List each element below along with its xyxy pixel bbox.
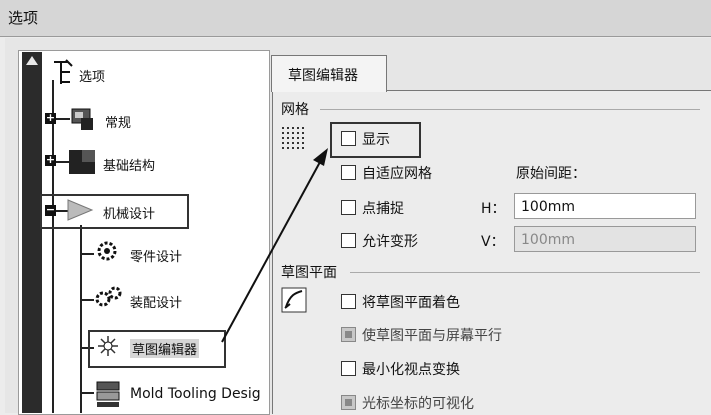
tree-root-label: 选项 — [79, 70, 106, 85]
shade-sketch-plane-checkbox[interactable] — [341, 294, 356, 309]
minimize-viewpoint-checkbox[interactable] — [341, 361, 356, 376]
title-bar: 选项 — [0, 0, 711, 37]
parallel-to-screen-checkbox[interactable] — [341, 327, 356, 342]
tab-sketcher[interactable]: 草图编辑器 — [271, 55, 387, 92]
adaptive-grid-checkbox[interactable] — [341, 165, 356, 180]
sketch-plane-section-title: 草图平面 — [281, 265, 337, 281]
v-spacing-label: V： — [481, 234, 505, 250]
tree-item-mechanical-design-label: 机械设计 — [103, 207, 156, 222]
tree-item-general-label: 常规 — [105, 116, 132, 131]
adaptive-grid-label: 自适应网格 — [362, 166, 432, 182]
infrastructure-icon — [69, 150, 95, 174]
allow-distortion-checkbox[interactable] — [341, 233, 356, 248]
snap-to-point-checkbox[interactable] — [341, 200, 356, 215]
cursor-coordinates-checkbox[interactable] — [341, 395, 356, 410]
parallel-to-screen-label: 使草图平面与屏幕平行 — [362, 328, 502, 344]
tree-branch — [80, 253, 94, 255]
tree-branch — [80, 392, 94, 394]
scroll-up-icon[interactable] — [26, 56, 38, 65]
tree-item-infrastructure-label: 基础结构 — [103, 159, 156, 174]
tab-sketcher-label: 草图编辑器 — [288, 68, 358, 84]
grid-section-separator — [320, 109, 700, 110]
mechanical-design-icon — [67, 199, 94, 221]
grid-section-title: 网格 — [281, 102, 309, 118]
gears-icon — [95, 286, 122, 307]
h-spacing-input[interactable]: 100mm — [514, 193, 696, 219]
window-title: 选项 — [8, 9, 39, 27]
tree-branch — [80, 299, 94, 301]
minimize-viewpoint-label: 最小化视点变换 — [362, 362, 460, 378]
show-grid-checkbox[interactable] — [341, 131, 356, 146]
tree-item-sketcher-label: 草图编辑器 — [130, 339, 200, 358]
gear-icon — [97, 241, 117, 261]
shade-sketch-plane-label: 将草图平面着色 — [362, 295, 460, 311]
sketch-plane-separator — [350, 272, 700, 273]
expand-icon[interactable]: + — [45, 112, 56, 124]
v-spacing-input[interactable]: 100mm — [514, 226, 696, 252]
grid-icon — [282, 127, 304, 149]
tree-item-mold-tooling-label: Mold Tooling Desig — [130, 386, 261, 402]
general-settings-icon — [71, 108, 93, 130]
tree-scrollbar[interactable] — [22, 52, 42, 413]
cursor-coordinates-label: 光标坐标的可视化 — [362, 396, 474, 412]
h-spacing-label: H： — [481, 201, 506, 217]
snap-to-point-label: 点捕捉 — [362, 201, 404, 217]
spacing-label: 原始间距： — [516, 166, 586, 182]
collapse-icon[interactable]: − — [45, 204, 56, 216]
tree-item-assembly-design-label: 装配设计 — [130, 296, 183, 311]
tree-line-main — [52, 80, 54, 413]
sketch-plane-icon — [281, 287, 307, 313]
expand-icon[interactable]: + — [45, 154, 56, 166]
tree-item-part-design-label: 零件设计 — [130, 250, 183, 265]
options-tree-icon — [54, 59, 73, 84]
allow-distortion-label: 允许变形 — [362, 234, 418, 250]
mold-tooling-icon — [96, 381, 120, 407]
sketcher-icon — [98, 336, 118, 356]
show-grid-label: 显示 — [362, 132, 390, 148]
